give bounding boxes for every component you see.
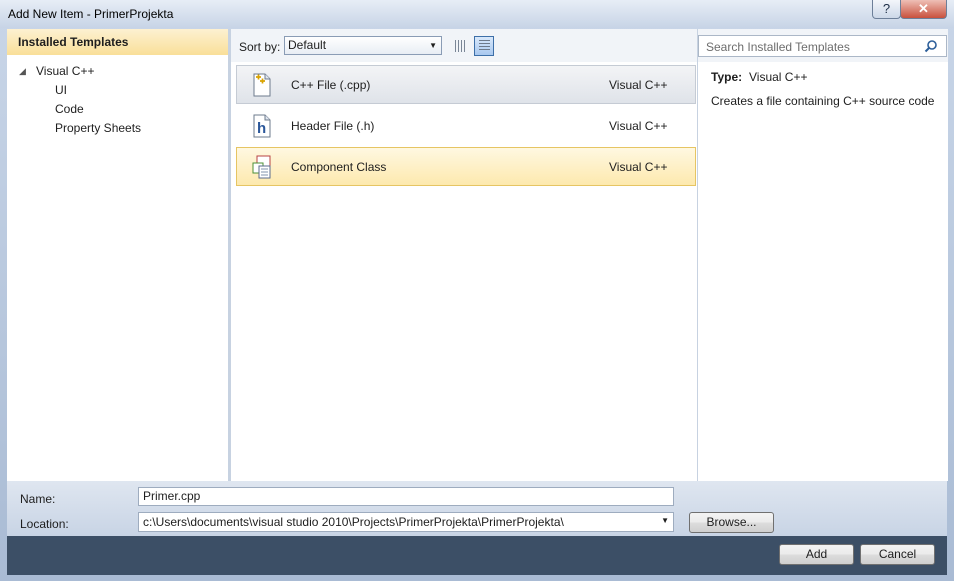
tree-item-ui[interactable]: UI — [55, 83, 67, 97]
template-name: Component Class — [291, 160, 387, 174]
dialog-body: Installed Templates ◢ Visual C++ UI Code… — [7, 29, 948, 575]
template-details-pane: Search Installed Templates Type: Visual … — [697, 29, 948, 481]
help-button[interactable]: ? — [872, 0, 901, 19]
template-description: Creates a file containing C++ source cod… — [711, 94, 935, 108]
template-item-cpp-file[interactable]: C++ File (.cpp) Visual C++ — [236, 65, 696, 104]
add-new-item-dialog: Add New Item - PrimerProjekta ? ✕ Instal… — [0, 0, 954, 581]
template-language: Visual C++ — [609, 119, 668, 133]
template-list-pane: Sort by: Default ▼ C++ File (.cpp) Visua… — [231, 29, 697, 481]
template-item-component-class[interactable]: Component Class Visual C++ — [236, 147, 696, 186]
type-value: Visual C++ — [749, 70, 808, 84]
template-language: Visual C++ — [609, 160, 668, 174]
file-settings-panel: Name: Primer.cpp Location: c:\Users\docu… — [7, 481, 947, 536]
tree-item-property-sheets[interactable]: Property Sheets — [55, 121, 141, 135]
template-name: Header File (.h) — [291, 119, 375, 133]
search-icon[interactable] — [924, 39, 938, 53]
small-icons-view-button[interactable] — [474, 36, 494, 56]
template-item-header-file[interactable]: h Header File (.h) Visual C++ — [236, 106, 696, 145]
location-field[interactable]: c:\Users\documents\visual studio 2010\Pr… — [138, 512, 674, 532]
search-input[interactable]: Search Installed Templates — [698, 35, 947, 57]
template-name: C++ File (.cpp) — [291, 78, 371, 92]
template-list: C++ File (.cpp) Visual C++ h Header File… — [231, 62, 697, 481]
add-button[interactable]: Add — [779, 544, 854, 565]
cancel-button[interactable]: Cancel — [860, 544, 935, 565]
location-label: Location: — [20, 517, 69, 531]
chevron-down-icon[interactable]: ▼ — [661, 516, 669, 525]
close-button[interactable]: ✕ — [900, 0, 947, 19]
component-class-icon — [252, 155, 271, 179]
cpp-file-icon — [253, 73, 271, 97]
chevron-down-icon: ▼ — [429, 41, 437, 50]
browse-button[interactable]: Browse... — [689, 512, 774, 533]
medium-icons-view-button[interactable] — [450, 36, 470, 56]
header-file-icon: h — [253, 114, 271, 138]
tree-item-code[interactable]: Code — [55, 102, 84, 116]
template-language: Visual C++ — [609, 78, 668, 92]
sort-by-dropdown[interactable]: Default ▼ — [284, 36, 442, 55]
name-label: Name: — [20, 492, 56, 506]
search-placeholder: Search Installed Templates — [706, 40, 850, 54]
expand-collapse-icon[interactable]: ◢ — [19, 66, 26, 77]
sort-by-value: Default — [288, 38, 327, 52]
templates-tree-pane: Installed Templates ◢ Visual C++ UI Code… — [7, 29, 231, 481]
location-value: c:\Users\documents\visual studio 2010\Pr… — [143, 515, 564, 529]
small-icons-icon — [479, 40, 490, 52]
window-title: Add New Item - PrimerProjekta — [8, 7, 174, 21]
tree-item-visual-cpp[interactable]: Visual C++ — [36, 64, 94, 78]
medium-icons-icon — [455, 40, 466, 52]
name-field[interactable]: Primer.cpp — [138, 487, 674, 506]
sort-by-label: Sort by: — [239, 40, 281, 54]
type-label: Type: — [711, 70, 743, 84]
search-area: Search Installed Templates — [698, 29, 948, 62]
title-bar[interactable]: Add New Item - PrimerProjekta ? ✕ — [0, 0, 954, 28]
installed-templates-header[interactable]: Installed Templates — [7, 29, 228, 55]
dialog-footer: Add Cancel — [7, 536, 947, 575]
svg-text:h: h — [257, 120, 266, 137]
